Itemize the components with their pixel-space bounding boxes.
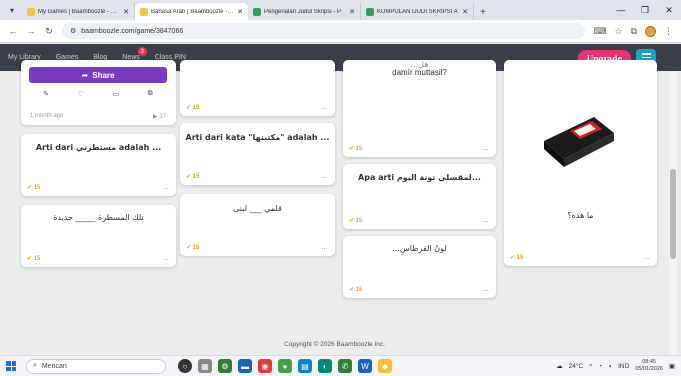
profile-meta: 1 month ago ▶ 37 — [30, 113, 166, 120]
new-tab-button[interactable]: + — [474, 7, 492, 20]
app-icon[interactable]: ● — [278, 359, 292, 373]
close-icon[interactable]: ✕ — [123, 8, 129, 16]
search-icon: ⌕ — [33, 362, 37, 369]
more-icon[interactable]: … — [321, 104, 328, 111]
windows-taskbar: ⌕ Mencari ○ ▦ ⚙ ▬ ◉ ● ▤ ◐ ✆ W ◆ ☁ 24°C ^… — [0, 355, 681, 376]
browser-tab-my-games[interactable]: My Games | Baamboozle - Baa ✕ — [22, 3, 135, 20]
browser-tab-strip: ▾ My Games | Baamboozle - Baa ✕ Bahasa A… — [0, 0, 681, 20]
copy-icon[interactable]: ⧉ — [148, 90, 153, 98]
reload-icon[interactable]: ↻ — [44, 26, 54, 37]
word-icon[interactable]: W — [358, 359, 372, 373]
profile-avatar[interactable] — [645, 25, 656, 37]
volume-icon[interactable]: ◖ — [608, 363, 612, 370]
chevron-up-icon[interactable]: ^ — [589, 363, 592, 370]
task-view-icon[interactable]: ○ — [178, 359, 192, 373]
points-label: ✔ 15 — [349, 287, 363, 293]
file-explorer-icon[interactable]: ▬ — [238, 359, 252, 373]
question-card[interactable]: ...هل ḍamīr muttaṣil? ✔ 15 … — [343, 60, 496, 157]
weather-icon[interactable]: ☁ — [556, 362, 563, 370]
baamboozle-favicon-icon — [27, 7, 35, 16]
taskbar-clock[interactable]: 08:45 05/01/2026 — [635, 359, 663, 373]
baamboozle-favicon-icon — [140, 7, 148, 16]
points-label: ✔ 15 — [186, 245, 200, 251]
network-icon[interactable]: ◔ — [598, 363, 602, 370]
share-icon: ➦ — [81, 70, 89, 80]
extensions-icon[interactable]: ⧉ — [631, 26, 637, 37]
more-icon[interactable]: … — [162, 255, 169, 262]
profile-actions: ✎ ♡ ▭ ⧉ — [29, 87, 167, 101]
browser-tab-pengenalan[interactable]: Pengenalan Judul Skripsi - P ✕ — [248, 3, 361, 20]
more-icon[interactable]: … — [321, 244, 328, 251]
close-icon[interactable]: ✕ — [237, 8, 243, 16]
edge-icon[interactable]: ◐ — [318, 359, 332, 373]
browser-menu-icon[interactable]: ⋮ — [664, 26, 673, 37]
sheets-favicon-icon — [253, 7, 261, 16]
eraser-image — [544, 117, 614, 167]
chrome-icon[interactable]: ◉ — [258, 359, 272, 373]
points-label: ✔ 15 — [27, 256, 41, 262]
widgets-icon[interactable]: ▦ — [198, 359, 212, 373]
url-input[interactable]: ⚙ baamboozle.com/game/3847066 — [62, 23, 586, 39]
taskbar-search-input[interactable]: ⌕ Mencari — [26, 358, 166, 374]
points-label: ✔ 15 — [27, 185, 41, 191]
question-card[interactable]: قلمي ___ لبنى ✔ 15 … — [180, 194, 335, 256]
forward-icon[interactable]: → — [26, 26, 36, 36]
question-card[interactable]: Apa arti لمقسلي تونة اليوم... ✔ 15 … — [343, 164, 496, 229]
tab-search-icon[interactable]: ▾ — [4, 2, 20, 18]
question-card[interactable]: ...لونُ القرطاسِ ✔ 15 … — [343, 236, 496, 298]
news-badge: 3 — [137, 47, 147, 56]
more-icon[interactable]: … — [162, 184, 169, 191]
points-label: ✔ 15 — [186, 174, 200, 180]
question-card[interactable]: ✔ 15 … — [180, 60, 335, 116]
edit-icon[interactable]: ✎ — [43, 90, 49, 98]
more-icon[interactable]: … — [482, 286, 489, 293]
windows-start-icon[interactable] — [6, 361, 16, 371]
close-icon[interactable]: ✕ — [462, 8, 468, 16]
more-icon[interactable]: … — [321, 173, 328, 180]
footer-copyright: Copyright © 2026 Baamboozle Inc. — [284, 341, 385, 348]
question-card[interactable]: Arti dari مستطرتي adalah ... ✔ 15 … — [21, 134, 176, 196]
more-icon[interactable]: … — [643, 254, 650, 261]
system-tray: ☁ 24°C ^ ◔ ◖ IND 08:45 05/01/2026 ▣ — [556, 359, 681, 373]
minimize-icon[interactable]: — — [609, 5, 633, 15]
maximize-icon[interactable]: ❐ — [633, 5, 657, 16]
notification-icon[interactable]: ▣ — [669, 362, 675, 370]
points-label: ✔ 15 — [349, 218, 363, 224]
scrollbar-thumb[interactable] — [670, 169, 676, 259]
browser-tab-kumpulan[interactable]: KUMPULAN IJUDI SKRIPSI A ✕ — [361, 3, 474, 20]
more-icon[interactable]: … — [482, 145, 489, 152]
taskbar-apps: ○ ▦ ⚙ ▬ ◉ ● ▤ ◐ ✆ W ◆ — [178, 359, 392, 373]
site-info-icon[interactable]: ⚙ — [70, 27, 76, 35]
bookmark-star-icon[interactable]: ☆ — [614, 26, 622, 37]
address-bar: ← → ↻ ⚙ baamboozle.com/game/3847066 ⌨ ☆ … — [0, 20, 681, 43]
question-card[interactable]: تلك المسطرة _____ جديدة ✔ 15 … — [21, 205, 176, 267]
app-icon[interactable]: ⚙ — [218, 359, 232, 373]
points-label: ✔ 15 — [510, 255, 524, 261]
window-controls: — ❐ ✕ — [609, 0, 681, 20]
browser-tab-bahasa-arab[interactable]: Bahasa Arab | Baamboozle - Ba ✕ — [135, 3, 248, 20]
back-icon[interactable]: ← — [8, 26, 18, 36]
question-card[interactable]: Arti dari kata "مكتبتها" adalah ... ✔ 15… — [180, 123, 335, 185]
translate-icon[interactable]: ⌨ — [593, 26, 606, 37]
language-label[interactable]: IND — [618, 363, 629, 370]
points-label: ✔ 15 — [349, 146, 363, 152]
close-window-icon[interactable]: ✕ — [657, 5, 681, 16]
page-scrollbar[interactable] — [669, 71, 677, 355]
store-icon[interactable]: ▤ — [298, 359, 312, 373]
sheets-favicon-icon — [366, 7, 374, 16]
more-icon[interactable]: … — [482, 217, 489, 224]
url-text: baamboozle.com/game/3847066 — [81, 27, 184, 35]
close-icon[interactable]: ✕ — [349, 8, 355, 16]
folder-icon[interactable]: ▭ — [113, 90, 120, 98]
app-icon[interactable]: ◆ — [378, 359, 392, 373]
whatsapp-icon[interactable]: ✆ — [338, 359, 352, 373]
share-button[interactable]: ➦ Share — [29, 67, 167, 83]
weather-temp: 24°C — [568, 362, 584, 370]
points-label: ✔ 15 — [186, 105, 200, 111]
heart-icon[interactable]: ♡ — [78, 90, 84, 98]
